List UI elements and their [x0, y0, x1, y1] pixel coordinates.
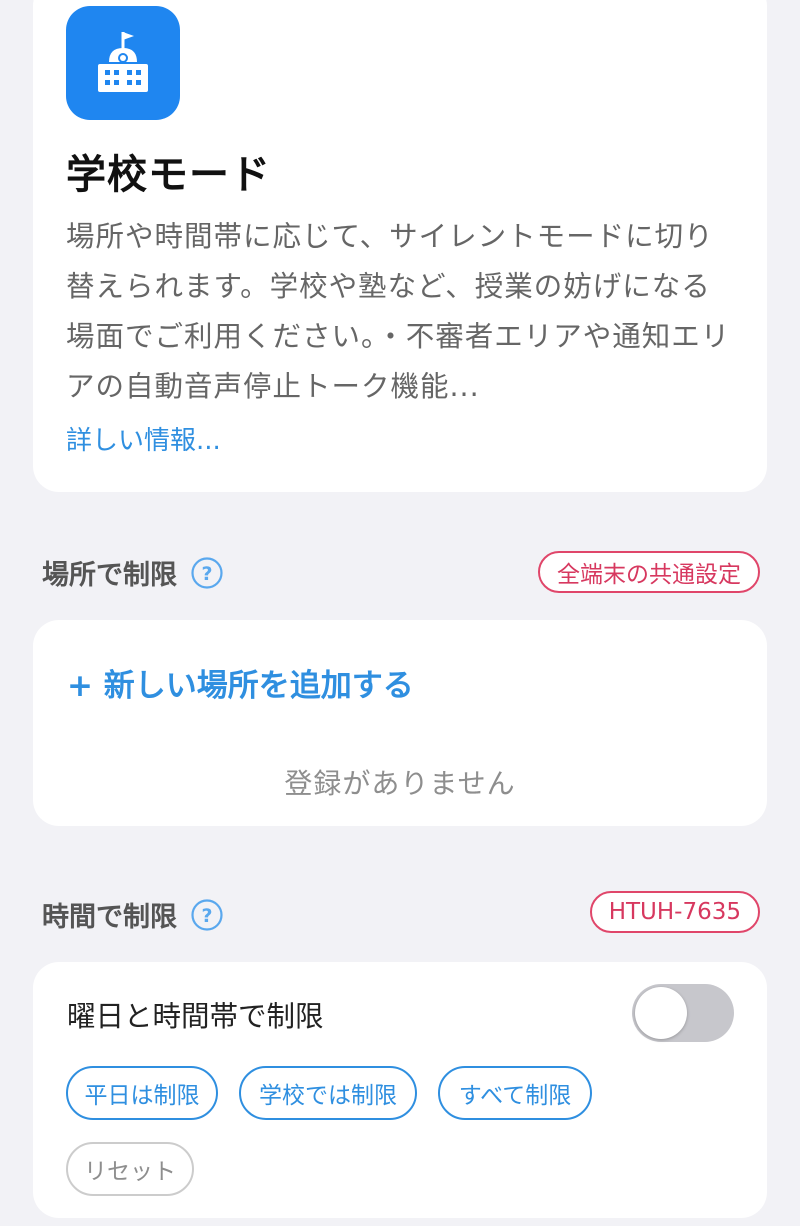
add-location-button[interactable]: + 新しい場所を追加する: [67, 660, 414, 705]
shared-setting-badge: 全端末の共通設定: [538, 551, 760, 593]
location-section-title: 場所で制限: [42, 560, 177, 591]
location-restriction-card: + 新しい場所を追加する 登録がありません: [33, 620, 767, 826]
help-question-icon[interactable]: ?: [191, 898, 223, 931]
location-section-header: 場所で制限 ?: [42, 553, 223, 592]
time-section-title: 時間で制限: [42, 902, 177, 933]
empty-state-message: 登録がありません: [284, 767, 516, 800]
weekday-time-restriction-toggle[interactable]: [632, 984, 734, 1042]
preset-all-button[interactable]: すべて制限: [438, 1066, 592, 1120]
svg-text:?: ?: [201, 563, 212, 585]
time-restriction-card: 曜日と時間帯で制限 平日は制限 学校では制限 すべて制限 リセット: [33, 962, 767, 1218]
mode-description: 場所や時間帯に応じて、サイレントモードに切り替えられます。学校や塾など、授業の妨…: [66, 220, 731, 403]
svg-text:?: ?: [201, 905, 212, 927]
more-info-link[interactable]: 詳しい情報...: [66, 420, 221, 457]
preset-weekdays-button[interactable]: 平日は制限: [66, 1066, 218, 1120]
help-question-icon[interactable]: ?: [191, 556, 223, 589]
reset-button[interactable]: リセット: [66, 1142, 194, 1196]
time-section-header: 時間で制限 ?: [42, 895, 223, 934]
school-building-icon: [66, 6, 180, 120]
preset-school-button[interactable]: 学校では制限: [239, 1066, 417, 1120]
device-id-badge: HTUH-7635: [589, 891, 760, 933]
toggle-knob: [635, 987, 687, 1039]
weekday-time-restriction-label: 曜日と時間帯で制限: [67, 1000, 324, 1033]
mode-title: 学校モード: [66, 152, 271, 198]
mode-info-card: 学校モード 場所や時間帯に応じて、サイレントモードに切り替えられます。学校や塾な…: [33, 0, 767, 492]
